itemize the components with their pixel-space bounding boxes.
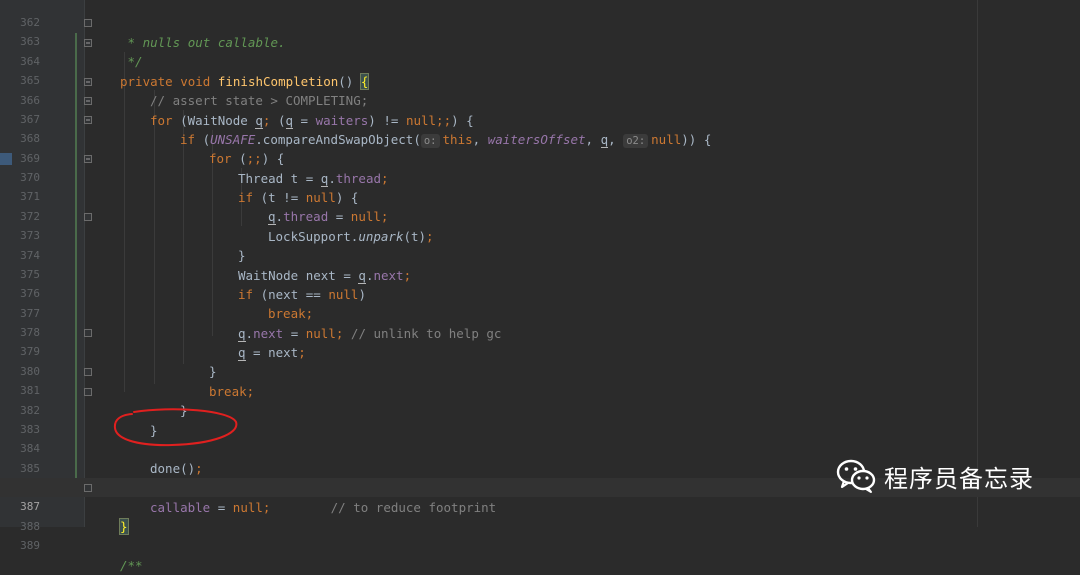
fold-end-icon[interactable] — [84, 329, 92, 337]
code-line[interactable]: 375 if (next == null) — [0, 246, 1080, 301]
code-line[interactable]: 362 * nulls out callable. — [0, 0, 1080, 49]
code-line[interactable]: 381 } — [0, 362, 1080, 417]
code-line[interactable]: 388 — [0, 498, 1080, 533]
watermark: 程序员备忘录 — [836, 456, 1034, 496]
fold-toggle-icon[interactable] — [84, 78, 92, 86]
code-line[interactable]: 379 } — [0, 323, 1080, 378]
line-number: 389 — [20, 539, 40, 553]
code-text: /** — [120, 557, 143, 573]
fold-toggle-icon[interactable] — [84, 39, 92, 47]
fold-toggle-icon[interactable] — [84, 116, 92, 124]
code-line[interactable]: 378 q = next; — [0, 304, 1080, 361]
hand-drawn-ellipse-annotation — [113, 408, 238, 447]
code-line[interactable]: 363 */ — [0, 13, 1080, 68]
fold-end-icon[interactable] — [84, 19, 92, 27]
code-line[interactable]: 369 Thread t = q.thread; — [0, 130, 1080, 187]
code-line[interactable]: 374 WaitNode next = q.next; — [0, 227, 1080, 284]
code-line[interactable]: 371 q.thread = null; — [0, 168, 1080, 225]
fold-end-icon[interactable] — [84, 213, 92, 221]
code-line[interactable]: 368 for (;;) { — [0, 110, 1080, 165]
code-line[interactable]: 365 // assert state > COMPLETING; — [0, 52, 1080, 107]
code-line[interactable]: 367 if (UNSAFE.compareAndSwapObject(o: th… — [0, 91, 1080, 148]
fold-toggle-icon[interactable] — [84, 97, 92, 105]
code-line[interactable]: 366 for (WaitNode q; (q = waiters) != nu… — [0, 72, 1080, 129]
watermark-text: 程序员备忘录 — [884, 464, 1034, 493]
code-line[interactable]: 372 LockSupport.unpark(t); — [0, 188, 1080, 243]
fold-end-icon[interactable] — [84, 484, 92, 492]
code-line[interactable]: 373 } — [0, 207, 1080, 262]
fold-toggle-icon[interactable] — [84, 155, 92, 163]
code-line[interactable]: 382 } — [0, 382, 1080, 437]
code-line[interactable]: 377 q.next = null; // unlink to help gc — [0, 285, 1080, 342]
code-line[interactable]: 370 if (t != null) { — [0, 149, 1080, 204]
code-line[interactable]: 380 break; — [0, 343, 1080, 398]
fold-end-icon[interactable] — [84, 368, 92, 376]
code-line[interactable]: 376 break; — [0, 265, 1080, 320]
fold-end-icon[interactable] — [84, 388, 92, 396]
wechat-icon — [836, 459, 876, 493]
code-line[interactable]: 364 private void finishCompletion() { — [0, 33, 1080, 90]
